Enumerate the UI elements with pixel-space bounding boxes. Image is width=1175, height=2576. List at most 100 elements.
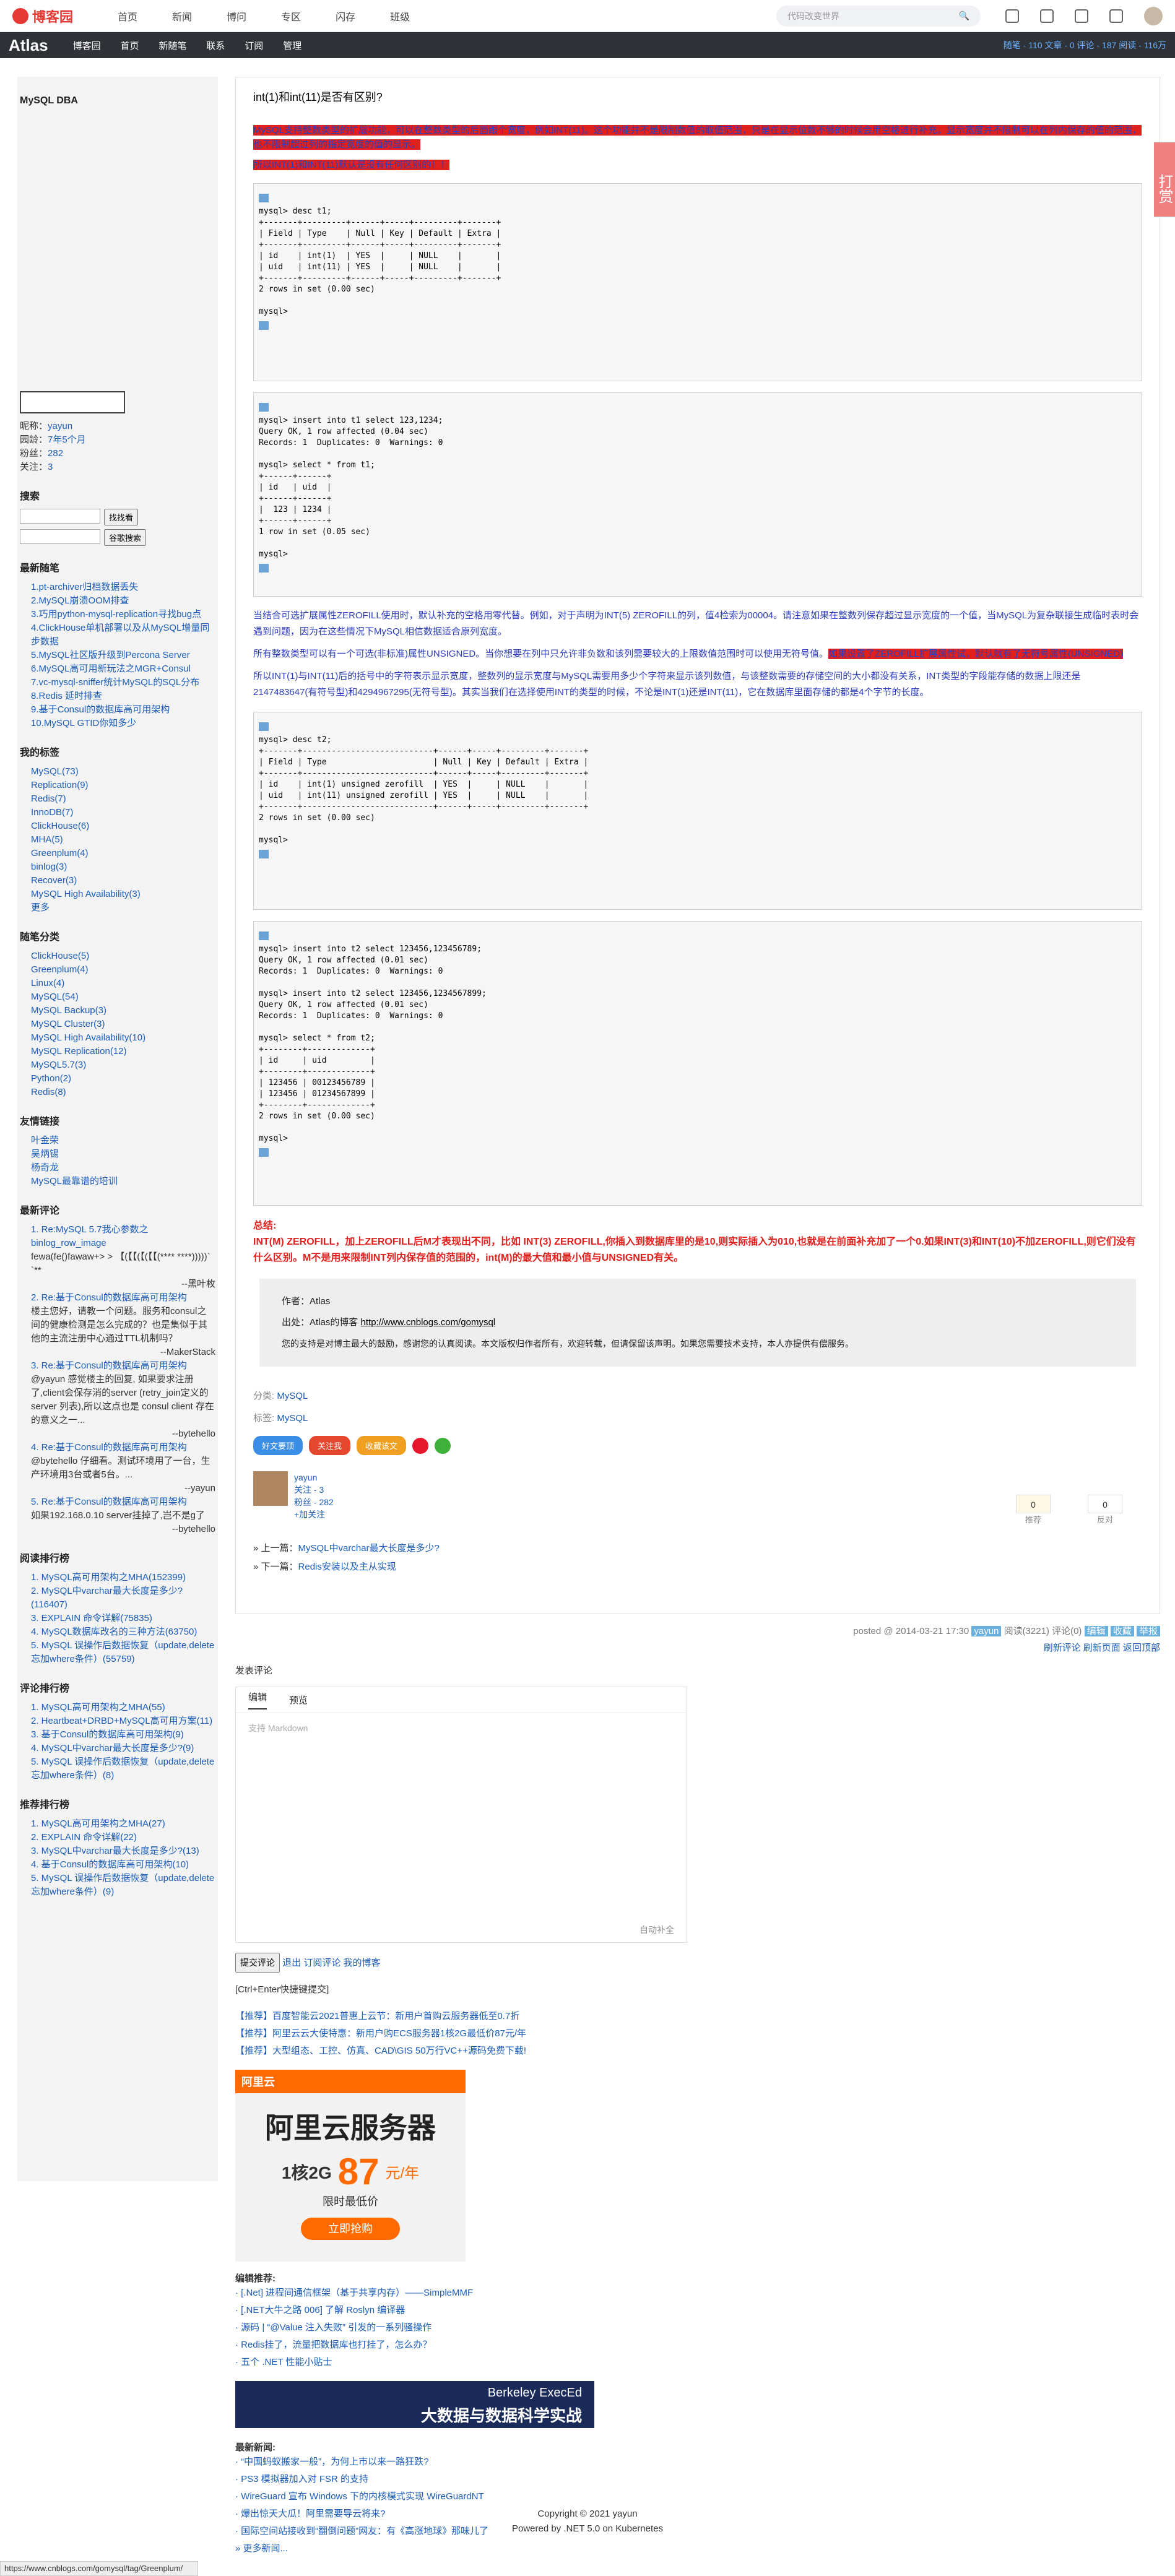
menu-home[interactable]: 首页 (120, 41, 139, 51)
latest-post-link[interactable]: 4.ClickHouse单机部署以及从MySQL增量同步数据 (20, 621, 215, 649)
copy-code-icon[interactable] (259, 564, 269, 573)
blog-search-input[interactable] (20, 509, 100, 524)
comment-title-link[interactable]: 2. Re:基于Consul的数据库高可用架构 (31, 1291, 215, 1305)
latest-post-link[interactable]: 7.vc-mysql-sniffer统计MySQL的SQL分布 (20, 676, 215, 689)
subscribe-comment-link[interactable]: 订阅评论 (303, 1958, 340, 1968)
latest-post-link[interactable]: 10.MySQL GTID你知多少 (20, 717, 215, 730)
recommend-rank-link[interactable]: 4. 基于Consul的数据库高可用架构(10) (31, 1858, 215, 1872)
ad-link[interactable]: 【推荐】阿里云云大使特惠：新用户购ECS服务器1核2G最低价87元/年 (235, 2025, 1160, 2042)
blog-title[interactable]: Atlas (9, 36, 48, 55)
next-post-link[interactable]: Redis安装以及主从实现 (298, 1562, 396, 1572)
add-follow-button[interactable]: +加关注 (294, 1510, 325, 1519)
category-link[interactable]: Python(2) (31, 1072, 215, 1086)
friend-link[interactable]: 叶金荣 (31, 1134, 215, 1148)
digg-label[interactable]: 推荐 (1016, 1513, 1051, 1525)
profile-age[interactable]: 7年5个月 (48, 434, 86, 445)
bury-label[interactable]: 反对 (1088, 1513, 1122, 1525)
back-to-top-link[interactable]: 返回顶部 (1123, 1643, 1160, 1653)
comment-title-link[interactable]: 1. Re:MySQL 5.7我心参数之binlog_row_image (31, 1223, 215, 1250)
ad-link[interactable]: 【推荐】大型组态、工控、仿真、CAD\GIS 50万行VC++源码免费下载! (235, 2042, 1160, 2060)
follow-me-button[interactable]: 关注我 (309, 1436, 351, 1455)
footer-report[interactable]: 举报 (1136, 1626, 1160, 1636)
latest-post-link[interactable]: 1.pt-archiver归档数据丢失 (20, 581, 215, 594)
latest-post-link[interactable]: 5.MySQL社区版升级到Percona Server (20, 649, 215, 662)
copy-code-icon[interactable] (259, 321, 269, 330)
menu-rss[interactable]: 订阅 (245, 41, 263, 51)
category-link[interactable]: MySQL Backup(3) (31, 1004, 215, 1018)
refresh-page-link[interactable]: 刷新页面 (1083, 1643, 1121, 1653)
category-link[interactable]: Redis(8) (31, 1086, 215, 1099)
latest-post-link[interactable]: 6.MySQL高可用新玩法之MGR+Consul (20, 662, 215, 676)
berkeley-ad[interactable]: Berkeley ExecEd 大数据与数据科学实战 (235, 2381, 594, 2428)
tag-link[interactable]: Redis(7) (31, 792, 215, 806)
editor-rec-link[interactable]: · [.NET大牛之路 006] 了解 Roslyn 编译器 (235, 2302, 1160, 2319)
read-rank-link[interactable]: 4. MySQL数据库改名的三种方法(63750) (31, 1625, 215, 1639)
donate-button[interactable]: 打赏 (1154, 142, 1175, 217)
copy-code-icon[interactable] (259, 722, 269, 731)
tab-preview[interactable]: 预览 (289, 1693, 308, 1706)
comment-rank-link[interactable]: 3. 基于Consul的数据库高可用架构(9) (31, 1728, 215, 1742)
prev-post-link[interactable]: MySQL中varchar最大长度是多少? (298, 1543, 440, 1554)
recommend-rank-link[interactable]: 3. MySQL中varchar最大长度是多少?(13) (31, 1844, 215, 1858)
editor-rec-link[interactable]: · [.Net] 进程间通信框架（基于共享内存）——SimpleMMF (235, 2284, 1160, 2302)
nav-q[interactable]: 博问 (227, 9, 246, 24)
search-button[interactable]: 找找看 (104, 509, 139, 525)
nav-class[interactable]: 班级 (390, 9, 410, 24)
footer-edit[interactable]: 编辑 (1084, 1626, 1108, 1636)
friend-link[interactable]: 杨奇龙 (31, 1161, 215, 1175)
tag-link[interactable]: Replication(9) (31, 779, 215, 792)
editor-rec-link[interactable]: · Redis挂了，流量把数据库也打挂了，怎么办？ (235, 2336, 1160, 2354)
comment-textarea[interactable]: 支持 Markdown (236, 1713, 687, 1917)
cnblogs-logo[interactable]: 博客园 (12, 6, 93, 26)
ad-link[interactable]: 【推荐】百度智能云2021普惠上云节：新用户首购云服务器低至0.7折 (235, 2008, 1160, 2025)
category-link[interactable]: MySQL Replication(12) (31, 1045, 215, 1058)
bury-count[interactable]: 0 (1088, 1495, 1122, 1513)
comment-title-link[interactable]: 4. Re:基于Consul的数据库高可用架构 (31, 1441, 215, 1454)
comment-rank-link[interactable]: 2. Heartbeat+DRBD+MySQL高可用方案(11) (31, 1714, 215, 1728)
footer-author[interactable]: yayun (971, 1626, 1002, 1636)
comment-rank-link[interactable]: 4. MySQL中varchar最大长度是多少?(9) (31, 1742, 215, 1755)
category-link[interactable]: MySQL Cluster(3) (31, 1018, 215, 1031)
comment-rank-link[interactable]: 1. MySQL高可用架构之MHA(55) (31, 1701, 215, 1714)
site-search-input[interactable]: 代码改变世界 🔍 (776, 5, 981, 27)
comment-title-link[interactable]: 3. Re:基于Consul的数据库高可用架构 (31, 1359, 215, 1373)
nav-ing[interactable]: 闪存 (336, 9, 355, 24)
news-link[interactable]: » 更多新闻... (235, 2540, 1160, 2557)
tag-link[interactable]: ClickHouse(6) (31, 819, 215, 833)
category-link[interactable]: ClickHouse(5) (31, 949, 215, 963)
news-link[interactable]: · WireGuard 宣布 Windows 下的内核模式实现 WireGuar… (235, 2488, 1160, 2505)
favorite-button[interactable]: 收藏该文 (357, 1436, 407, 1455)
author-fans-count[interactable]: 粉丝 - 282 (294, 1497, 334, 1507)
tag-link[interactable]: MySQL High Availability(3) (31, 888, 215, 901)
comment-title-link[interactable]: 5. Re:基于Consul的数据库高可用架构 (31, 1495, 215, 1509)
comment-rank-link[interactable]: 5. MySQL 误操作后数据恢复（update,delete忘加where条件… (31, 1755, 215, 1783)
news-link[interactable]: · PS3 模拟器加入对 FSR 的支持 (235, 2471, 1160, 2488)
logout-link[interactable]: 退出 (282, 1958, 301, 1968)
mail-icon[interactable] (1075, 9, 1088, 23)
refresh-comments-link[interactable]: 刷新评论 (1044, 1643, 1081, 1653)
user-avatar[interactable] (1144, 6, 1163, 25)
copy-code-icon[interactable] (259, 194, 269, 202)
author-link[interactable]: yayun (294, 1472, 317, 1482)
profile-follow[interactable]: 3 (48, 462, 53, 472)
latest-post-link[interactable]: 3.巧用python-mysql-replication寻找bug点 (20, 608, 215, 621)
editor-rec-link[interactable]: · 五个 .NET 性能小贴士 (235, 2354, 1160, 2371)
category-link[interactable]: MySQL (277, 1391, 308, 1401)
recommend-rank-link[interactable]: 1. MySQL高可用架构之MHA(27) (31, 1817, 215, 1831)
author-follow-count[interactable]: 关注 - 3 (294, 1485, 324, 1495)
profile-fans[interactable]: 282 (48, 448, 63, 459)
category-link[interactable]: Greenplum(4) (31, 963, 215, 977)
tag-link[interactable]: InnoDB(7) (31, 806, 215, 819)
recommend-rank-link[interactable]: 5. MySQL 误操作后数据恢复（update,delete忘加where条件… (31, 1872, 215, 1899)
menu-newpost[interactable]: 新随笔 (158, 41, 186, 51)
tag-link[interactable]: MHA(5) (31, 833, 215, 847)
menu-contact[interactable]: 联系 (206, 41, 225, 51)
copy-code-icon[interactable] (259, 931, 269, 940)
tag-link[interactable]: Recover(3) (31, 874, 215, 888)
digg-count[interactable]: 0 (1016, 1495, 1051, 1513)
tag-link[interactable]: Greenplum(4) (31, 847, 215, 860)
latest-post-link[interactable]: 9.基于Consul的数据库高可用架构 (20, 703, 215, 717)
copy-code-icon[interactable] (259, 1148, 269, 1157)
category-link[interactable]: MySQL High Availability(10) (31, 1031, 215, 1045)
tag-link[interactable]: 更多 (31, 901, 215, 915)
